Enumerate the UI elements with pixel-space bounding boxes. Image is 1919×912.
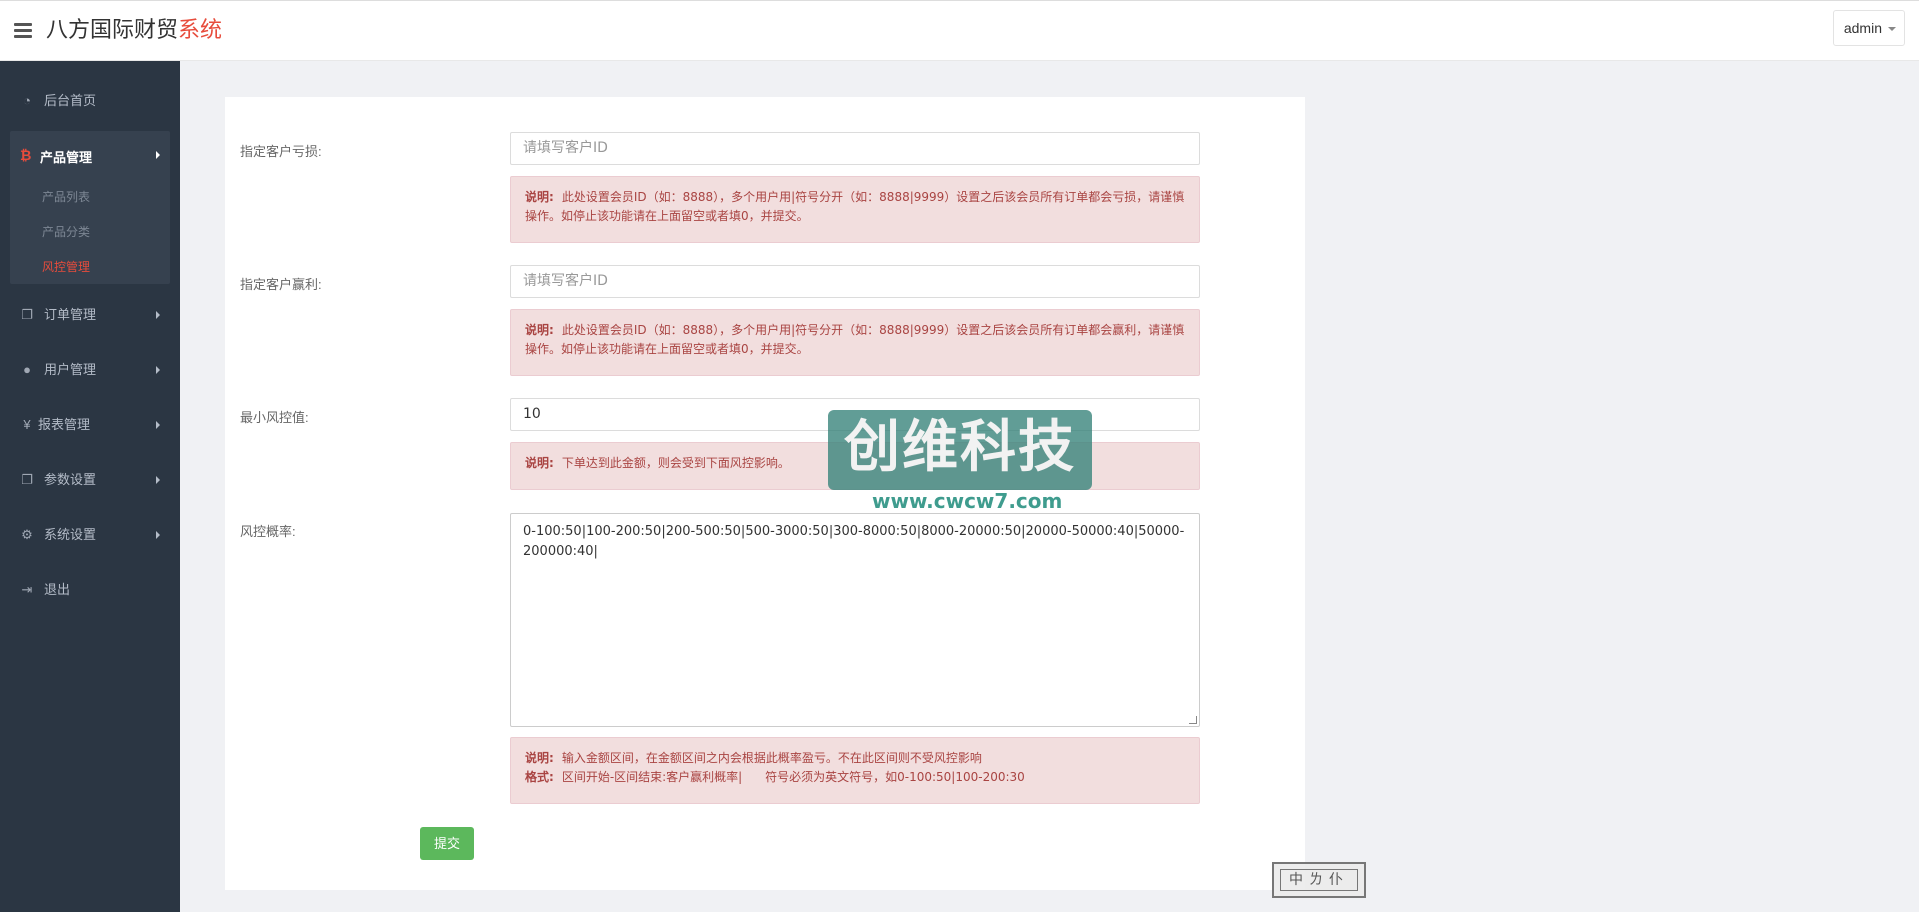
note-text: 下单达到此金额，则会受到下面风控影响。 <box>561 456 790 470</box>
risk-rate-value: 0-100:50|100-200:50|200-500:50|500-3000:… <box>523 524 1185 559</box>
top-header: 八方国际财贸系统 admin <box>0 0 1919 61</box>
app-title: 八方国际财贸系统 <box>46 17 222 45</box>
username: admin <box>1843 20 1882 36</box>
sidebar-item-reports[interactable]: ¥ 报表管理 <box>0 405 180 445</box>
sidebar-item-params[interactable]: ❐ 参数设置 <box>0 460 180 500</box>
watermark-url: www.cwcw7.com <box>866 490 1069 512</box>
sidebar-item-label: 订单管理 <box>44 307 97 322</box>
note-title: 说明: <box>525 323 554 337</box>
sidebar-item-label: 后台首页 <box>44 93 97 108</box>
bitcoin-icon: ₿ <box>20 147 32 163</box>
sidebar-item-logout[interactable]: ⇥ 退出 <box>0 570 180 610</box>
risk-rate-label: 风控概率: <box>240 524 296 539</box>
sidebar-item-orders[interactable]: ❐ 订单管理 <box>0 295 180 335</box>
format-text: 区间开始-区间结束:客户赢利概率| 符号必须为英文符号，如0-100:50|10… <box>561 770 1025 784</box>
note-text: 此处设置会员ID（如：8888），多个用户用|符号分开（如：8888|9999）… <box>525 190 1185 223</box>
chevron-right-icon <box>156 366 160 374</box>
sidebar-item-label: 参数设置 <box>44 472 97 487</box>
min-risk-label: 最小风控值: <box>240 410 309 425</box>
sidebar: ◔ 后台首页 ₿ 产品管理 产品列表 产品分类 风控管理 ❐ 订单管理 ● 用户… <box>0 61 180 912</box>
note-line-1: 说明: 输入金额区间，在金额区间之内会根据此概率盈亏。不在此区间则不受风控影响 <box>525 749 1185 768</box>
app-title-accent: 系统 <box>178 18 223 43</box>
app-title-main: 八方国际财贸 <box>46 18 179 43</box>
loss-note: 说明: 此处设置会员ID（如：8888），多个用户用|符号分开（如：8888|99… <box>510 176 1200 243</box>
profit-label: 指定客户赢利: <box>240 277 322 292</box>
format-title: 格式: <box>525 770 554 784</box>
resize-handle-icon[interactable] <box>1189 716 1197 724</box>
sidebar-subitem-product-list[interactable]: 产品列表 <box>42 188 90 205</box>
sidebar-item-label: 退出 <box>44 582 71 597</box>
note-title: 说明: <box>525 751 554 765</box>
seal-stamp: 中ㄌ仆 <box>1272 862 1366 898</box>
yen-icon: ¥ <box>23 417 31 432</box>
seal-text: 中ㄌ仆 <box>1280 869 1358 891</box>
user-icon: ● <box>23 362 31 377</box>
user-menu-dropdown[interactable]: admin <box>1832 10 1905 46</box>
profit-note: 说明: 此处设置会员ID（如：8888），多个用户用|符号分开（如：8888|99… <box>510 309 1200 376</box>
sidebar-item-label: 用户管理 <box>44 362 97 377</box>
risk-control-form: 指定客户亏损: 请填写客户ID 说明: 此处设置会员ID（如：8888），多个用户… <box>225 97 1305 890</box>
note-line-2: 格式: 区间开始-区间结束:客户赢利概率| 符号必须为英文符号，如0-100:50… <box>525 768 1185 787</box>
copy-icon: ❐ <box>21 307 33 322</box>
sidebar-item-label: 系统设置 <box>44 527 97 542</box>
note-text: 输入金额区间，在金额区间之内会根据此概率盈亏。不在此区间则不受风控影响 <box>561 751 982 765</box>
sidebar-item-label: 产品管理 <box>40 150 93 165</box>
sidebar-item-users[interactable]: ● 用户管理 <box>0 350 180 390</box>
dashboard-icon: ◔ <box>23 93 31 108</box>
caret-down-icon <box>1888 27 1896 31</box>
sidebar-group-products: ₿ 产品管理 产品列表 产品分类 风控管理 <box>10 131 170 284</box>
loss-label: 指定客户亏损: <box>240 144 322 159</box>
chevron-right-icon <box>156 421 160 429</box>
copy-icon: ❐ <box>21 472 33 487</box>
sidebar-item-system[interactable]: ⚙ 系统设置 <box>0 515 180 555</box>
sign-out-icon: ⇥ <box>21 582 33 597</box>
submit-button[interactable]: 提交 <box>420 827 474 860</box>
chevron-right-icon <box>156 151 160 159</box>
loss-customer-id-input[interactable]: 请填写客户ID <box>510 132 1200 165</box>
sidebar-item-products[interactable]: ₿ 产品管理 <box>10 131 170 179</box>
sidebar-item-dashboard[interactable]: ◔ 后台首页 <box>0 81 180 121</box>
note-title: 说明: <box>525 190 554 204</box>
sidebar-subitem-product-category[interactable]: 产品分类 <box>42 223 90 240</box>
note-title: 说明: <box>525 456 554 470</box>
gears-icon: ⚙ <box>21 527 33 542</box>
sidebar-subitem-risk-control[interactable]: 风控管理 <box>42 258 90 275</box>
risk-rate-textarea[interactable]: 0-100:50|100-200:50|200-500:50|500-3000:… <box>510 513 1200 727</box>
profit-customer-id-input[interactable]: 请填写客户ID <box>510 265 1200 298</box>
menu-toggle-icon[interactable] <box>14 23 32 38</box>
sidebar-item-label: 报表管理 <box>38 417 91 432</box>
note-text: 此处设置会员ID（如：8888），多个用户用|符号分开（如：8888|9999）… <box>525 323 1185 356</box>
chevron-right-icon <box>156 531 160 539</box>
chevron-right-icon <box>156 476 160 484</box>
chevron-right-icon <box>156 311 160 319</box>
risk-rate-note: 说明: 输入金额区间，在金额区间之内会根据此概率盈亏。不在此区间则不受风控影响 格… <box>510 737 1200 804</box>
watermark-text: 创维科技 <box>844 415 1076 480</box>
watermark-logo: 创维科技 www.cwcw7.com <box>828 410 1092 512</box>
